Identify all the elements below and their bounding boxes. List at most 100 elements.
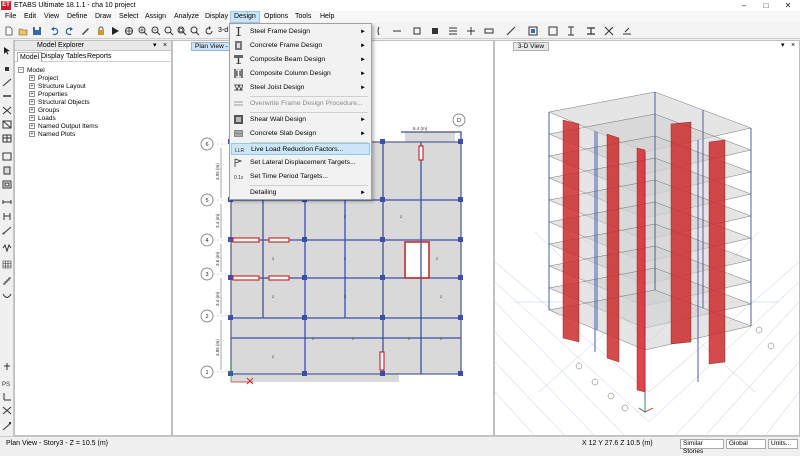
toolbar-beam-icon[interactable]: [586, 26, 596, 36]
explorer-tabs: Model Display Tables Reports: [15, 51, 171, 62]
toolbar-tool-icon-7[interactable]: [506, 26, 516, 36]
menu-tools[interactable]: Tools: [292, 11, 314, 23]
menu-options[interactable]: Options: [261, 11, 291, 23]
design-menu-dropdown: Steel Frame Design ► Concrete Frame Desig…: [229, 23, 372, 200]
draw-beam-icon[interactable]: [2, 92, 12, 101]
open-folder-icon[interactable]: [18, 26, 28, 36]
svg-text:PS: PS: [2, 382, 10, 387]
pin-icon[interactable]: ▾: [781, 42, 785, 50]
lock-icon[interactable]: [96, 26, 106, 36]
draw-link-icon[interactable]: [2, 226, 12, 235]
draw-tendon-icon[interactable]: [2, 292, 12, 301]
similar-stories-select[interactable]: Similar Stories: [680, 439, 724, 455]
redo-icon[interactable]: [64, 26, 74, 36]
axis-origin-3d-icon: [638, 402, 654, 413]
menu-select[interactable]: Select: [116, 11, 141, 23]
tab-display[interactable]: Display: [39, 52, 66, 61]
toolbar-frame-icon[interactable]: [528, 26, 538, 36]
view-3d-tab[interactable]: 3-D View: [513, 42, 549, 51]
zoom-window-icon[interactable]: [164, 26, 174, 36]
snap-icon[interactable]: [2, 362, 12, 371]
menu-item-shear-wall-design[interactable]: Shear Wall Design ►: [231, 114, 370, 126]
view-3d-panel[interactable]: 3-D View ▾ ×: [494, 40, 800, 436]
concrete-frame-icon: [235, 41, 242, 50]
menu-item-time-period-targets[interactable]: 0.1s Set Time Period Targets...: [231, 171, 370, 183]
draw-dimension-icon[interactable]: [2, 198, 12, 207]
toolbar-draw-icon[interactable]: [622, 26, 632, 36]
zoom-previous-icon[interactable]: [190, 26, 200, 36]
zoom-extents-icon[interactable]: [177, 26, 187, 36]
menu-file[interactable]: File: [2, 11, 19, 23]
menu-analyze[interactable]: Analyze: [171, 11, 202, 23]
building-3d-drawing[interactable]: [495, 52, 799, 436]
menu-item-composite-beam-design[interactable]: Composite Beam Design ►: [231, 54, 370, 66]
menu-assign[interactable]: Assign: [142, 11, 169, 23]
menu-define[interactable]: Define: [64, 11, 90, 23]
menu-item-live-load-reduction-factors[interactable]: LLRF Live Load Reduction Factors...: [231, 143, 370, 155]
toolbar-tool-icon-2[interactable]: [412, 26, 422, 36]
draw-spring-icon[interactable]: [2, 244, 12, 253]
slab-area-upper[interactable]: [405, 132, 455, 162]
menu-item-concrete-frame-design[interactable]: Concrete Frame Design ►: [231, 40, 370, 52]
draw-mesh-icon[interactable]: [2, 260, 12, 269]
toolbar-tool-icon-5[interactable]: [466, 26, 476, 36]
snap-perp-icon[interactable]: [2, 392, 12, 401]
menu-item-lateral-displacement-targets[interactable]: Set Lateral Displacement Targets...: [231, 157, 370, 169]
panel-close-icon[interactable]: ×: [791, 42, 795, 50]
menu-design[interactable]: Design: [230, 11, 260, 23]
snap-end-icon[interactable]: [2, 422, 12, 431]
menu-draw[interactable]: Draw: [92, 11, 114, 23]
tab-reports[interactable]: Reports: [85, 52, 114, 61]
menu-edit[interactable]: Edit: [21, 11, 39, 23]
toolbar-tool-icon-3[interactable]: [430, 26, 440, 36]
draw-line-icon[interactable]: [2, 78, 12, 87]
toolbar-frame-icon-2[interactable]: [548, 26, 558, 36]
units-button[interactable]: Units...: [768, 439, 798, 449]
pencil-icon[interactable]: [80, 26, 90, 36]
menu-display[interactable]: Display: [202, 11, 231, 23]
draw-stair-icon[interactable]: [2, 276, 12, 285]
minimize-icon[interactable]: –: [734, 0, 754, 11]
menu-help[interactable]: Help: [317, 11, 337, 23]
close-icon[interactable]: ✕: [778, 0, 798, 11]
draw-section-icon[interactable]: [2, 212, 12, 221]
draw-grid-icon[interactable]: [2, 134, 12, 143]
panel-close-icon[interactable]: ×: [163, 42, 167, 50]
draw-opening-icon[interactable]: [2, 180, 12, 189]
view-3d-label[interactable]: 3-d: [218, 26, 228, 36]
draw-column-icon[interactable]: [2, 120, 12, 129]
pan-icon[interactable]: [124, 26, 134, 36]
menu-item-concrete-slab-design[interactable]: Concrete Slab Design ►: [231, 128, 370, 140]
coord-system-select[interactable]: Global: [726, 439, 766, 449]
save-icon[interactable]: [32, 26, 42, 36]
pointer-icon[interactable]: [2, 46, 12, 55]
snap-intersect-icon[interactable]: [2, 406, 12, 415]
tree-item-named-plots[interactable]: + Named Plots: [15, 130, 171, 139]
toolbar-tool-icon-4[interactable]: [448, 26, 458, 36]
draw-brace-icon[interactable]: [2, 106, 12, 115]
toolbar-tool-icon[interactable]: [392, 26, 402, 36]
run-analysis-icon[interactable]: [110, 26, 120, 36]
toolbar-column-icon[interactable]: [566, 26, 576, 36]
menu-item-steel-joist-design[interactable]: Steel Joist Design ►: [231, 82, 370, 94]
draw-joint-icon[interactable]: [2, 64, 12, 73]
refresh-icon[interactable]: [204, 26, 214, 36]
slab-area-lower[interactable]: [231, 338, 399, 382]
maximize-icon[interactable]: □: [756, 0, 776, 11]
ps-icon[interactable]: PS: [2, 378, 12, 387]
menu-item-composite-column-design[interactable]: Composite Column Design ►: [231, 68, 370, 80]
pin-icon[interactable]: ▾: [153, 42, 157, 50]
toolbar-brace-icon[interactable]: [604, 26, 614, 36]
toolbar-tool-icon-6[interactable]: [484, 26, 494, 36]
undo-icon[interactable]: [50, 26, 60, 36]
menu-item-steel-frame-design[interactable]: Steel Frame Design ►: [231, 26, 370, 38]
menu-item-detailing[interactable]: Detailing ►: [231, 187, 370, 199]
toolbar-paren-icon[interactable]: [376, 26, 386, 36]
draw-floor-icon[interactable]: [2, 152, 12, 161]
draw-wall-icon[interactable]: [2, 166, 12, 175]
menu-view[interactable]: View: [41, 11, 62, 23]
zoom-out-icon[interactable]: [151, 26, 161, 36]
new-file-icon[interactable]: [4, 26, 14, 36]
zoom-in-icon[interactable]: [138, 26, 148, 36]
menu-item-overwrite-frame-design: Overwrite Frame Design Procedure...: [231, 98, 370, 110]
